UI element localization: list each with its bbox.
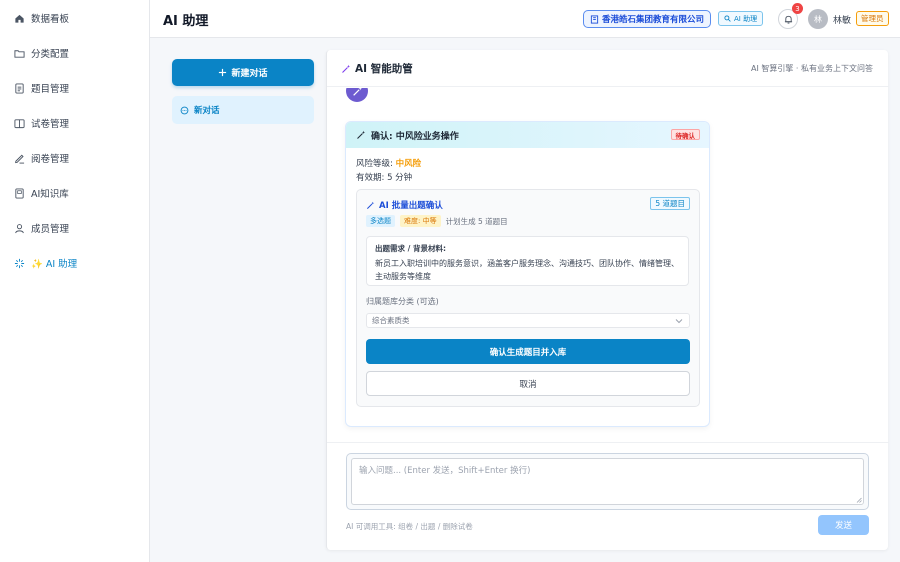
chevron-down-icon — [675, 318, 683, 324]
magic-wand-icon — [341, 64, 351, 74]
sidebar-item-categories[interactable]: 分类配置 — [0, 39, 149, 67]
sidebar-item-dashboard[interactable]: 数据看板 — [0, 4, 149, 32]
pen-icon — [14, 153, 25, 164]
input-placeholder: 输入问题... (Enter 发送，Shift+Enter 换行) — [359, 466, 531, 476]
sidebar-item-label: 成员管理 — [31, 224, 70, 235]
sidebar-item-label: 分类配置 — [31, 49, 70, 60]
sidebar-item-label: 阅卷管理 — [31, 154, 70, 165]
ai-pill-label: AI 助理 — [734, 14, 758, 23]
message-input[interactable]: 输入问题... (Enter 发送，Shift+Enter 换行) — [351, 458, 864, 505]
notification-count-badge: 3 — [792, 3, 803, 14]
batch-title: AI 批量出题确认 — [366, 199, 443, 211]
magic-wand-icon — [356, 130, 366, 140]
requirement-text: 新员工入职培训中的服务意识，涵盖客户服务理念、沟通技巧、团队协作、情绪管理、主动… — [375, 259, 679, 281]
document-icon — [14, 82, 25, 94]
cancel-button[interactable]: 取消 — [366, 371, 690, 396]
batch-title-text: AI 批量出题确认 — [379, 201, 443, 211]
plus-icon — [218, 68, 227, 77]
sidebar-item-grading[interactable]: 阅卷管理 — [0, 144, 149, 172]
risk-value: 中风险 — [395, 159, 422, 169]
requirement-label: 出题需求 / 背景材料: — [375, 244, 446, 253]
sidebar-item-members[interactable]: 成员管理 — [0, 214, 149, 242]
sidebar: 数据看板 分类配置 题目管理 试卷管理 阅卷管理 AI知识库 成员管理 ✨ AI… — [0, 0, 150, 562]
question-count-badge: 5 道题目 — [650, 197, 690, 210]
notebook-icon — [14, 187, 25, 199]
plan-text: 计划生成 5 道题目 — [445, 216, 508, 226]
chat-title-text: AI 智能助管 — [355, 63, 413, 75]
new-chat-button[interactable]: 新建对话 — [172, 59, 314, 86]
input-frame: 输入问题... (Enter 发送，Shift+Enter 换行) — [346, 453, 869, 510]
chat-panel: AI 智能助管 AI 智算引擎 · 私有业务上下文问答 确认: 中风险业务操作 … — [326, 50, 889, 550]
magic-wand-icon — [352, 88, 363, 97]
difficulty-tag: 难度: 中等 — [400, 215, 441, 227]
chat-header: AI 智能助管 AI 智算引擎 · 私有业务上下文问答 — [327, 50, 889, 87]
risk-label: 风险等级: — [356, 159, 396, 169]
message-list[interactable]: 确认: 中风险业务操作 待确认 风险等级: 中风险 有效期: 5 分钟 AI 批… — [327, 88, 889, 442]
magic-wand-icon — [366, 201, 375, 210]
confirmation-card: 确认: 中风险业务操作 待确认 风险等级: 中风险 有效期: 5 分钟 AI 批… — [345, 121, 710, 427]
org-name: 香港皓石集团教育有限公司 — [602, 15, 705, 25]
chat-subtitle: AI 智算引擎 · 私有业务上下文问答 — [750, 64, 873, 73]
role-badge: 管理员 — [856, 11, 889, 26]
sidebar-item-ai-assistant[interactable]: ✨ AI 助理 — [0, 249, 149, 277]
new-chat-label: 新建对话 — [231, 69, 268, 79]
org-switcher[interactable]: 香港皓石集团教育有限公司 — [583, 10, 712, 28]
tag-row: 多选题 难度: 中等 计划生成 5 道题目 — [366, 215, 508, 227]
category-label: 归属题库分类 (可选) — [366, 297, 439, 306]
page-title: AI 助理 — [163, 14, 209, 29]
category-select[interactable]: 综合素质类 — [366, 313, 690, 328]
bot-avatar — [346, 88, 368, 102]
user-name[interactable]: 林敏 — [833, 13, 851, 26]
chat-bubble-icon — [180, 106, 189, 115]
avatar[interactable]: 林 — [808, 9, 828, 29]
send-button[interactable]: 发送 — [818, 515, 869, 535]
building-icon — [590, 14, 599, 24]
top-header: AI 助理 香港皓石集团教育有限公司 AI 助理 3 林 林敏 管理员 — [150, 0, 900, 38]
resize-handle-icon[interactable] — [856, 497, 862, 503]
sidebar-item-label: 试卷管理 — [31, 119, 70, 130]
sparkle-icon — [14, 258, 25, 269]
sidebar-item-label: ✨ AI 助理 — [31, 259, 78, 270]
folder-icon — [14, 48, 25, 59]
home-icon — [14, 13, 25, 24]
confirm-generate-button[interactable]: 确认生成题目并入库 — [366, 339, 690, 364]
sidebar-item-label: AI知识库 — [31, 189, 69, 200]
sidebar-item-questions[interactable]: 题目管理 — [0, 74, 149, 102]
book-icon — [14, 118, 25, 129]
status-badge: 待确认 — [670, 129, 700, 140]
expiry-text: 有效期: 5 分钟 — [356, 173, 413, 183]
confirmation-title: 确认: 中风险业务操作 — [371, 131, 459, 142]
chat-title: AI 智能助管 — [341, 61, 413, 76]
bell-icon — [784, 15, 793, 24]
ai-assistant-shortcut[interactable]: AI 助理 — [718, 11, 764, 26]
sidebar-item-label: 数据看板 — [31, 14, 70, 25]
user-icon — [14, 223, 25, 234]
risk-level: 风险等级: 中风险 — [356, 157, 421, 169]
tools-hint: AI 可调用工具: 组卷 / 出题 / 删除试卷 — [346, 522, 473, 531]
confirmation-header: 确认: 中风险业务操作 待确认 — [346, 122, 709, 148]
input-area: 输入问题... (Enter 发送，Shift+Enter 换行) AI 可调用… — [327, 442, 889, 550]
sidebar-item-label: 题目管理 — [31, 84, 70, 95]
question-type-tag: 多选题 — [366, 215, 395, 227]
sidebar-item-papers[interactable]: 试卷管理 — [0, 109, 149, 137]
category-value: 综合素质类 — [372, 316, 410, 325]
conversation-item[interactable]: 新对话 — [172, 96, 314, 124]
batch-question-card: AI 批量出题确认 5 道题目 多选题 难度: 中等 计划生成 5 道题目 出题… — [356, 189, 700, 407]
requirement-box: 出题需求 / 背景材料: 新员工入职培训中的服务意识，涵盖客户服务理念、沟通技巧… — [366, 236, 689, 286]
conversation-label: 新对话 — [194, 106, 220, 116]
search-icon — [724, 15, 731, 22]
sidebar-item-knowledge[interactable]: AI知识库 — [0, 179, 149, 207]
